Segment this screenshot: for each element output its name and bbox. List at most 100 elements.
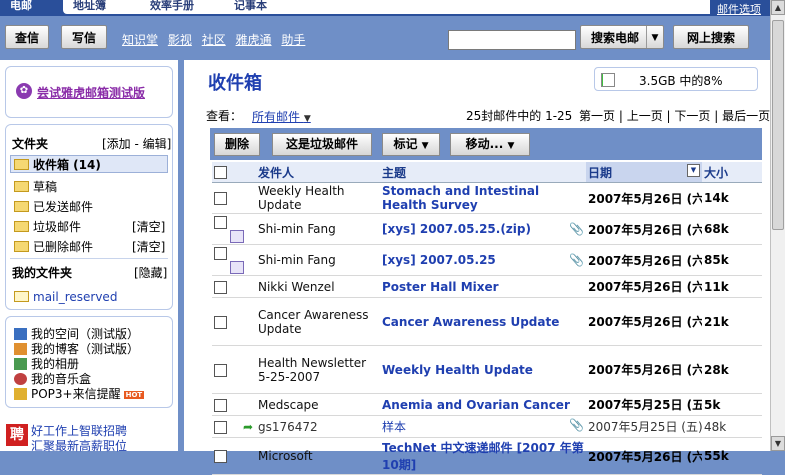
scroll-up-arrow-icon[interactable]: ▲ <box>771 0 785 15</box>
row-sender[interactable]: Shi-min Fang <box>256 244 380 276</box>
mail-options-link[interactable]: 邮件选项 <box>717 1 761 16</box>
row-subject[interactable]: Weekly Health Update <box>380 345 586 394</box>
row-sender[interactable]: Nikki Wenzel <box>256 275 380 298</box>
table-row[interactable]: Medscape Anemia and Ovarian Cancer 2007年5月… <box>212 393 762 416</box>
row-sender[interactable]: Medscape <box>256 393 380 416</box>
first-page-link[interactable]: 第一页 <box>579 109 615 123</box>
row-subject-link[interactable]: Stomach and Intestinal Health Survey <box>382 184 539 212</box>
folder-inbox[interactable]: 收件箱 (14) <box>10 155 168 173</box>
folder-sent[interactable]: 已发送邮件 <box>14 198 93 215</box>
row-checkbox[interactable] <box>214 315 227 329</box>
table-row[interactable]: Cancer Awareness Update Cancer Awareness … <box>212 297 762 346</box>
row-checkbox[interactable] <box>214 247 227 260</box>
table-row[interactable]: Nikki Wenzel Poster Hall Mixer 2007年5月26日 … <box>212 275 762 298</box>
service-my-blog-label: 我的博客（测试版） <box>31 342 140 356</box>
delete-button[interactable]: 删除 <box>214 133 260 156</box>
table-row[interactable]: ➦ gs176472 📎 样本 2007年5月25日 (五) 48k <box>212 415 762 438</box>
folder-mail-reserved[interactable]: mail_reserved <box>14 290 117 304</box>
col-size[interactable]: 大小 <box>702 162 762 183</box>
mark-button[interactable]: 标记 ▼ <box>382 133 440 156</box>
row-subject[interactable]: 📎 [xys] 2007.05.25 <box>380 244 586 276</box>
table-row[interactable]: Shi-min Fang 📎 [xys] 2007.05.25 2007年5月26日 … <box>212 244 762 276</box>
table-row[interactable]: Microsoft TechNet 中文速递邮件 [2007 年第 10期] 200… <box>212 437 762 475</box>
spam-button[interactable]: 这是垃圾邮件 <box>272 133 372 156</box>
empty-trash-link[interactable]: [清空] <box>132 238 165 255</box>
col-subject[interactable]: 主题 <box>380 162 586 183</box>
row-subject[interactable]: Anemia and Ovarian Cancer <box>380 393 586 416</box>
link-messenger[interactable]: 雅虎通 <box>236 33 272 47</box>
toolbar-links: 知识堂 影视 社区 雅虎通 助手 <box>122 31 311 48</box>
row-select-cell <box>212 213 256 245</box>
empty-spam-link[interactable]: [清空] <box>132 218 165 235</box>
view-filter-dropdown[interactable]: 所有邮件 ▼ <box>252 108 311 125</box>
folder-icon <box>14 291 29 302</box>
row-subject[interactable]: 📎 样本 <box>380 415 586 438</box>
row-subject-link[interactable]: Anemia and Ovarian Cancer <box>382 398 570 412</box>
tab-mail[interactable]: 电邮 <box>0 0 68 14</box>
folder-drafts[interactable]: 草稿 <box>14 178 57 195</box>
row-subject[interactable]: Stomach and Intestinal Health Survey <box>380 182 586 214</box>
scrollbar[interactable]: ▲ ▼ <box>770 0 785 451</box>
row-subject[interactable]: 📎 [xys] 2007.05.25.(zip) <box>380 213 586 245</box>
table-row[interactable]: Shi-min Fang 📎 [xys] 2007.05.25.(zip) 2007年… <box>212 213 762 245</box>
row-checkbox[interactable] <box>214 192 227 205</box>
row-sender[interactable]: Microsoft <box>256 437 380 475</box>
folder-spam[interactable]: 垃圾邮件 <box>14 218 81 235</box>
scroll-down-arrow-icon[interactable]: ▼ <box>771 436 785 451</box>
col-sender[interactable]: 发件人 <box>256 162 380 183</box>
next-page-link[interactable]: 下一页 <box>674 109 710 123</box>
row-checkbox[interactable] <box>214 280 227 294</box>
row-checkbox[interactable] <box>214 450 227 463</box>
row-subject-link[interactable]: Poster Hall Mixer <box>382 280 499 294</box>
link-video[interactable]: 影视 <box>168 33 192 47</box>
folder-trash[interactable]: 已删除邮件 <box>14 238 93 255</box>
last-page-link[interactable]: 最后一页 <box>722 109 770 123</box>
paperclip-icon: 📎 <box>569 418 584 432</box>
row-subject-link[interactable]: [xys] 2007.05.25.(zip) <box>382 222 531 236</box>
promo-line2[interactable]: 汇聚最新高薪职位 <box>31 437 127 454</box>
service-my-album-label: 我的相册 <box>31 357 80 371</box>
row-checkbox[interactable] <box>214 363 227 377</box>
prev-page-link[interactable]: 上一页 <box>627 109 663 123</box>
row-subject-link[interactable]: TechNet 中文速递邮件 [2007 年第 10期] <box>382 441 584 472</box>
compose-button[interactable]: 写信 <box>61 25 107 49</box>
sort-down-icon[interactable]: ▼ <box>687 163 700 177</box>
select-all-checkbox[interactable] <box>214 166 227 179</box>
row-subject-link[interactable]: 样本 <box>382 420 406 434</box>
scroll-thumb[interactable] <box>772 20 784 230</box>
search-input[interactable] <box>448 30 576 50</box>
table-row[interactable]: Weekly Health Update Stomach and Intestin… <box>212 182 762 214</box>
row-checkbox[interactable] <box>214 216 227 229</box>
link-community[interactable]: 社区 <box>202 33 226 47</box>
col-date[interactable]: 日期 ▼ <box>586 162 702 183</box>
row-subject-link[interactable]: [xys] 2007.05.25 <box>382 253 496 267</box>
promo-ad[interactable]: 聘 好工作上智联招聘 汇聚最新高薪职位 <box>0 416 178 454</box>
add-edit-folders-link[interactable]: [添加 - 编辑] <box>102 135 171 152</box>
table-row[interactable]: Health Newsletter 5-25-2007 Weekly Health… <box>212 345 762 394</box>
row-subject-link[interactable]: Cancer Awareness Update <box>382 315 559 329</box>
row-checkbox[interactable] <box>214 398 227 412</box>
service-pop3[interactable]: POP3+来信提醒 HOT <box>14 385 145 402</box>
row-sender[interactable]: gs176472 <box>256 415 380 438</box>
try-beta-link[interactable]: 尝试雅虎邮箱测试版 <box>37 84 145 101</box>
row-subject[interactable]: Cancer Awareness Update <box>380 297 586 346</box>
row-checkbox[interactable] <box>214 420 227 434</box>
web-search-button[interactable]: 网上搜索 <box>673 25 749 49</box>
row-subject[interactable]: TechNet 中文速递邮件 [2007 年第 10期] <box>380 437 586 475</box>
move-button[interactable]: 移动... ▼ <box>450 133 530 156</box>
hide-my-folders-link[interactable]: [隐藏] <box>134 264 167 281</box>
paging-info: 25封邮件中的 1-25 <box>466 109 573 123</box>
row-sender[interactable]: Health Newsletter 5-25-2007 <box>256 345 380 394</box>
row-subject[interactable]: Poster Hall Mixer <box>380 275 586 298</box>
link-knowledge[interactable]: 知识堂 <box>122 33 158 47</box>
chevron-down-icon[interactable]: ▼ <box>646 26 663 48</box>
row-sender[interactable]: Cancer Awareness Update <box>256 297 380 346</box>
row-size: 14k <box>702 182 762 214</box>
search-mail-button[interactable]: 搜索电邮 ▼ <box>580 25 664 49</box>
link-assistant[interactable]: 助手 <box>281 33 305 47</box>
row-subject-link[interactable]: Weekly Health Update <box>382 363 533 377</box>
row-select-cell <box>212 345 256 394</box>
check-mail-button[interactable]: 查信 <box>5 25 49 49</box>
row-sender[interactable]: Weekly Health Update <box>256 182 380 214</box>
row-sender[interactable]: Shi-min Fang <box>256 213 380 245</box>
